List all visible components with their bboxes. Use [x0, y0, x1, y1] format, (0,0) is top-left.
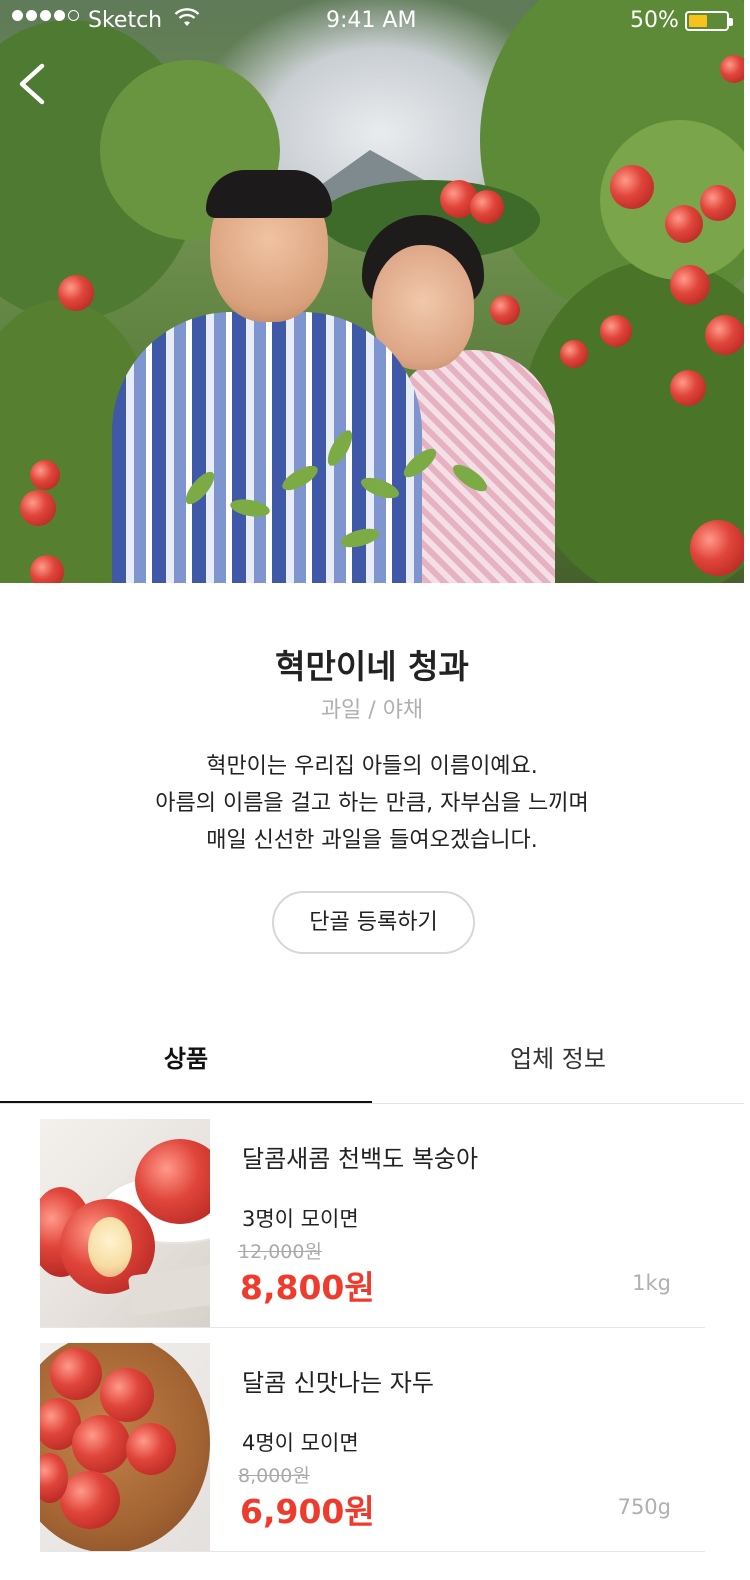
apple — [58, 275, 94, 311]
shop-category: 과일 / 야채 — [320, 698, 424, 723]
apple — [705, 315, 744, 355]
plum — [126, 1423, 176, 1475]
original-price: 12,000원 — [238, 1241, 322, 1263]
man-shirt — [112, 312, 422, 583]
apple — [600, 315, 632, 347]
apple — [665, 205, 703, 243]
original-price: 8,000원 — [238, 1465, 310, 1487]
product-item[interactable]: 달콤 신맛나는 자두 4명이 모이면 8,000원 6,900원 750g — [40, 1343, 705, 1553]
apple — [720, 55, 744, 83]
carrier-name: Sketch — [88, 8, 163, 33]
plum — [100, 1368, 154, 1422]
tab-vendor-info[interactable]: 업체 정보 — [372, 1028, 744, 1103]
shop-description-line: 혁만이는 우리집 아들의 이름이예요. — [206, 754, 538, 779]
apple — [700, 185, 736, 221]
signal-icon — [12, 10, 79, 21]
hero-image — [0, 0, 744, 583]
signal-dot — [40, 10, 51, 21]
product-name: 달콤 신맛나는 자두 — [242, 1369, 434, 1397]
product-image — [40, 1343, 210, 1551]
sale-price: 6,900원 — [240, 1492, 375, 1531]
chevron-left-icon — [19, 63, 45, 105]
apple — [490, 295, 520, 325]
status-time: 9:41 AM — [326, 8, 417, 33]
product-divider — [40, 1327, 705, 1328]
plum — [72, 1415, 130, 1473]
wifi-icon — [174, 8, 200, 26]
signal-dot — [68, 10, 79, 21]
shop-name: 혁만이네 청과 — [275, 647, 469, 686]
product-weight: 1kg — [632, 1271, 671, 1295]
apple — [560, 340, 588, 368]
apple — [690, 520, 744, 576]
shop-description-line: 아름의 이름을 걸고 하는 만큼, 자부심을 느끼며 — [155, 791, 589, 816]
apple — [20, 490, 56, 526]
apple — [470, 190, 504, 224]
product-weight: 750g — [617, 1495, 671, 1519]
tab-divider — [0, 1103, 744, 1104]
tab-bar: 상품 업체 정보 — [0, 1028, 744, 1105]
battery-percent: 50% — [630, 8, 679, 33]
battery-fill — [689, 15, 707, 27]
product-image — [40, 1119, 210, 1327]
shop-description: 혁만이는 우리집 아들의 이름이예요. 아름의 이름을 걸고 하는 만큼, 자부… — [0, 748, 744, 859]
plum — [50, 1348, 102, 1400]
sale-price: 8,800원 — [240, 1268, 375, 1307]
signal-dot — [54, 10, 65, 21]
back-button[interactable] — [14, 60, 54, 108]
shop-description-line: 매일 신선한 과일을 들여오겠습니다. — [206, 828, 538, 853]
peach-slice — [88, 1217, 132, 1277]
product-divider — [40, 1551, 705, 1552]
plum — [60, 1471, 120, 1529]
apple — [610, 165, 654, 209]
tab-products[interactable]: 상품 — [0, 1028, 372, 1103]
apple — [30, 555, 64, 583]
battery-nub — [729, 18, 733, 26]
status-bar: Sketch 9:41 AM 50% — [0, 0, 750, 42]
signal-dot — [26, 10, 37, 21]
man-hair — [206, 170, 332, 218]
apple — [30, 460, 60, 490]
group-buy-text: 4명이 모이면 — [242, 1431, 359, 1455]
signal-dot — [12, 10, 23, 21]
battery-icon — [685, 11, 733, 31]
product-item[interactable]: 달콤새콤 천백도 복숭아 3명이 모이면 12,000원 8,800원 1kg — [40, 1119, 705, 1329]
group-buy-text: 3명이 모이면 — [242, 1207, 359, 1231]
apple — [670, 265, 710, 305]
product-name: 달콤새콤 천백도 복숭아 — [242, 1145, 479, 1173]
apple — [670, 370, 706, 406]
register-regular-button[interactable]: 단골 등록하기 — [272, 891, 475, 954]
